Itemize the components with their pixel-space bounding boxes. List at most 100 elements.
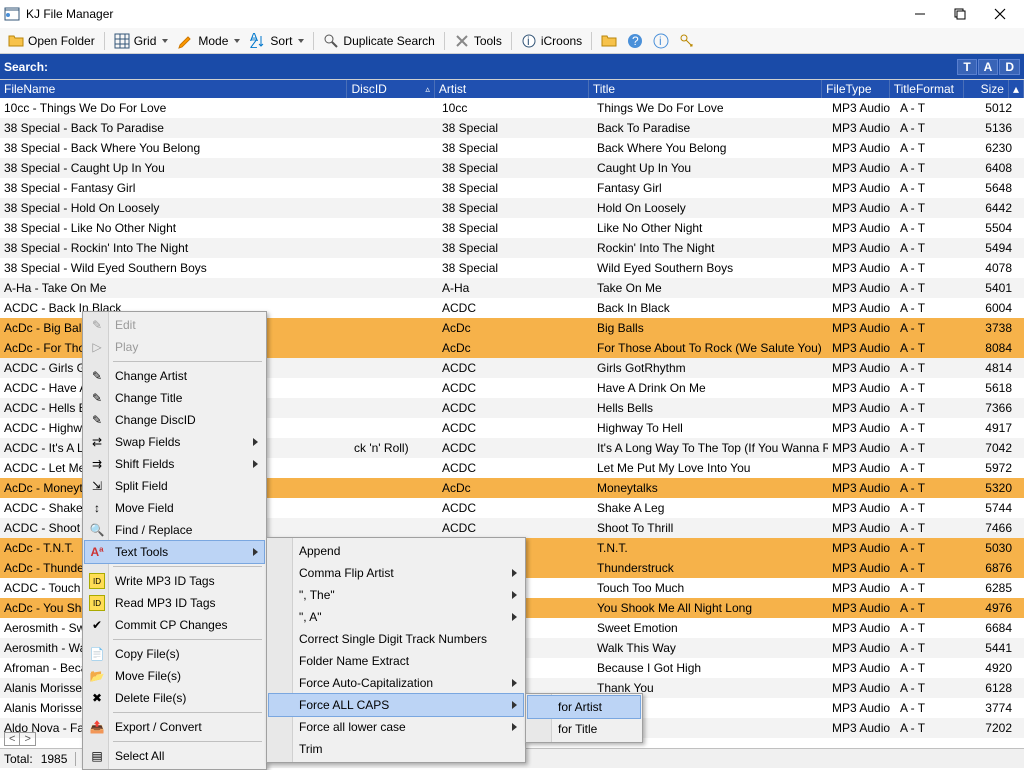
column-filetype[interactable]: FileType (822, 80, 890, 98)
grid-button[interactable]: Grid (110, 31, 173, 51)
menu-edit[interactable]: ✎Edit (85, 314, 264, 336)
cell: MP3 Audio (828, 361, 896, 375)
cell: MP3 Audio (828, 261, 896, 275)
table-row[interactable]: 38 Special - Caught Up In You38 SpecialC… (0, 158, 1024, 178)
cell: 38 Special (438, 141, 593, 155)
menu-split-field[interactable]: ⇲Split Field (85, 475, 264, 497)
svg-text:Z: Z (250, 37, 257, 49)
table-row[interactable]: 38 Special - Wild Eyed Southern Boys38 S… (0, 258, 1024, 278)
menu-find-replace[interactable]: 🔍Find / Replace (85, 519, 264, 541)
cell: A - T (896, 381, 971, 395)
cell: ACDC (438, 521, 593, 535)
close-button[interactable] (980, 0, 1020, 28)
menu-play[interactable]: ▷Play (85, 336, 264, 358)
table-row[interactable]: 38 Special - Back To Paradise38 SpecialB… (0, 118, 1024, 138)
tad-t-button[interactable]: T (957, 59, 976, 75)
column-title[interactable]: Title (589, 80, 822, 98)
menu-trim[interactable]: Trim (269, 738, 523, 760)
menu-move-files[interactable]: 📂Move File(s) (85, 665, 264, 687)
toolbar-icon-4[interactable] (675, 31, 699, 51)
cell: 6004 (971, 301, 1016, 315)
menu-change-artist[interactable]: ✎Change Artist (85, 365, 264, 387)
column-scrollbar-head[interactable]: ▴ (1009, 80, 1024, 98)
menu-export[interactable]: 📤Export / Convert (85, 716, 264, 738)
menu-folder-extract[interactable]: Folder Name Extract (269, 650, 523, 672)
tools-button[interactable]: Tools (450, 31, 506, 51)
table-row[interactable]: 38 Special - Back Where You Belong38 Spe… (0, 138, 1024, 158)
horizontal-scroll-hint[interactable]: < > (4, 732, 36, 746)
menu-correct-track[interactable]: Correct Single Digit Track Numbers (269, 628, 523, 650)
duplicate-search-button[interactable]: Duplicate Search (319, 31, 438, 51)
toolbar-icon-3[interactable]: i (649, 31, 673, 51)
cell: You Shook Me All Night Long (593, 601, 828, 615)
menu-copy-files[interactable]: 📄Copy File(s) (85, 643, 264, 665)
minimize-button[interactable] (900, 0, 940, 28)
menu-auto-cap[interactable]: Force Auto-Capitalization (269, 672, 523, 694)
table-row[interactable]: 38 Special - Hold On Loosely38 SpecialHo… (0, 198, 1024, 218)
menu-comma-flip[interactable]: Comma Flip Artist (269, 562, 523, 584)
chevron-right-icon (253, 460, 258, 468)
menu-delete-files[interactable]: ✖Delete File(s) (85, 687, 264, 709)
menu-move-field[interactable]: ↕Move Field (85, 497, 264, 519)
menu-swap-fields[interactable]: ⇄Swap Fields (85, 431, 264, 453)
cell: A - T (896, 681, 971, 695)
cell: MP3 Audio (828, 461, 896, 475)
column-artist[interactable]: Artist (435, 80, 589, 98)
sort-asc-icon: ▵ (425, 84, 430, 95)
tad-a-button[interactable]: A (978, 59, 999, 75)
pencil-icon: ✎ (89, 412, 105, 428)
menu-all-lower[interactable]: Force all lower case (269, 716, 523, 738)
scroll-right-button[interactable]: > (20, 733, 34, 745)
menu-commit-cp[interactable]: ✔Commit CP Changes (85, 614, 264, 636)
table-row[interactable]: 38 Special - Fantasy Girl38 SpecialFanta… (0, 178, 1024, 198)
menu-select-all[interactable]: ▤Select All (85, 745, 264, 767)
menu-a[interactable]: ", A" (269, 606, 523, 628)
cell: 4814 (971, 361, 1016, 375)
menu-change-discid[interactable]: ✎Change DiscID (85, 409, 264, 431)
sort-button[interactable]: AZ Sort (246, 31, 308, 51)
maximize-button[interactable] (940, 0, 980, 28)
cell: MP3 Audio (828, 721, 896, 735)
cell: Hells Bells (593, 401, 828, 415)
cell: 5401 (971, 281, 1016, 295)
cell: 7202 (971, 721, 1016, 735)
menu-change-title[interactable]: ✎Change Title (85, 387, 264, 409)
menu-text-tools[interactable]: AªText Tools (85, 541, 264, 563)
cell: 10cc - Things We Do For Love (0, 101, 350, 115)
cell: 38 Special - Fantasy Girl (0, 181, 350, 195)
table-row[interactable]: 38 Special - Like No Other Night38 Speci… (0, 218, 1024, 238)
menu-shift-fields[interactable]: ⇉Shift Fields (85, 453, 264, 475)
menu-read-id3[interactable]: IDRead MP3 ID Tags (85, 592, 264, 614)
menu-for-artist[interactable]: for Artist (528, 696, 640, 718)
cell: 8084 (971, 341, 1016, 355)
cell: 38 Special (438, 261, 593, 275)
column-titleformat[interactable]: TitleFormat (890, 80, 965, 98)
menu-for-title[interactable]: for Title (528, 718, 640, 740)
chevron-right-icon (512, 613, 517, 621)
menu-all-caps[interactable]: Force ALL CAPS (269, 694, 523, 716)
table-row[interactable]: 10cc - Things We Do For Love10ccThings W… (0, 98, 1024, 118)
cell: Things We Do For Love (593, 101, 828, 115)
menu-append[interactable]: Append (269, 540, 523, 562)
scroll-left-button[interactable]: < (5, 733, 20, 745)
table-row[interactable]: A-Ha - Take On MeA-HaTake On MeMP3 Audio… (0, 278, 1024, 298)
cell: 38 Special (438, 201, 593, 215)
toolbar-icon-1[interactable] (597, 31, 621, 51)
column-size[interactable]: Size (964, 80, 1009, 98)
mode-button[interactable]: Mode (174, 31, 244, 51)
separator (313, 32, 314, 50)
menu-the[interactable]: ", The" (269, 584, 523, 606)
toolbar-icon-2[interactable]: ? (623, 31, 647, 51)
cell: A - T (896, 501, 971, 515)
cell: ACDC (438, 441, 593, 455)
cell: 5972 (971, 461, 1016, 475)
icroons-button[interactable]: i iCroons (517, 31, 586, 51)
open-folder-button[interactable]: Open Folder (4, 31, 99, 51)
column-filename[interactable]: FileName (0, 80, 347, 98)
key-icon (679, 33, 695, 49)
cell: A - T (896, 141, 971, 155)
column-discid[interactable]: DiscID▵ (347, 80, 434, 98)
table-row[interactable]: 38 Special - Rockin' Into The Night38 Sp… (0, 238, 1024, 258)
tad-d-button[interactable]: D (999, 59, 1020, 75)
menu-write-id3[interactable]: IDWrite MP3 ID Tags (85, 570, 264, 592)
